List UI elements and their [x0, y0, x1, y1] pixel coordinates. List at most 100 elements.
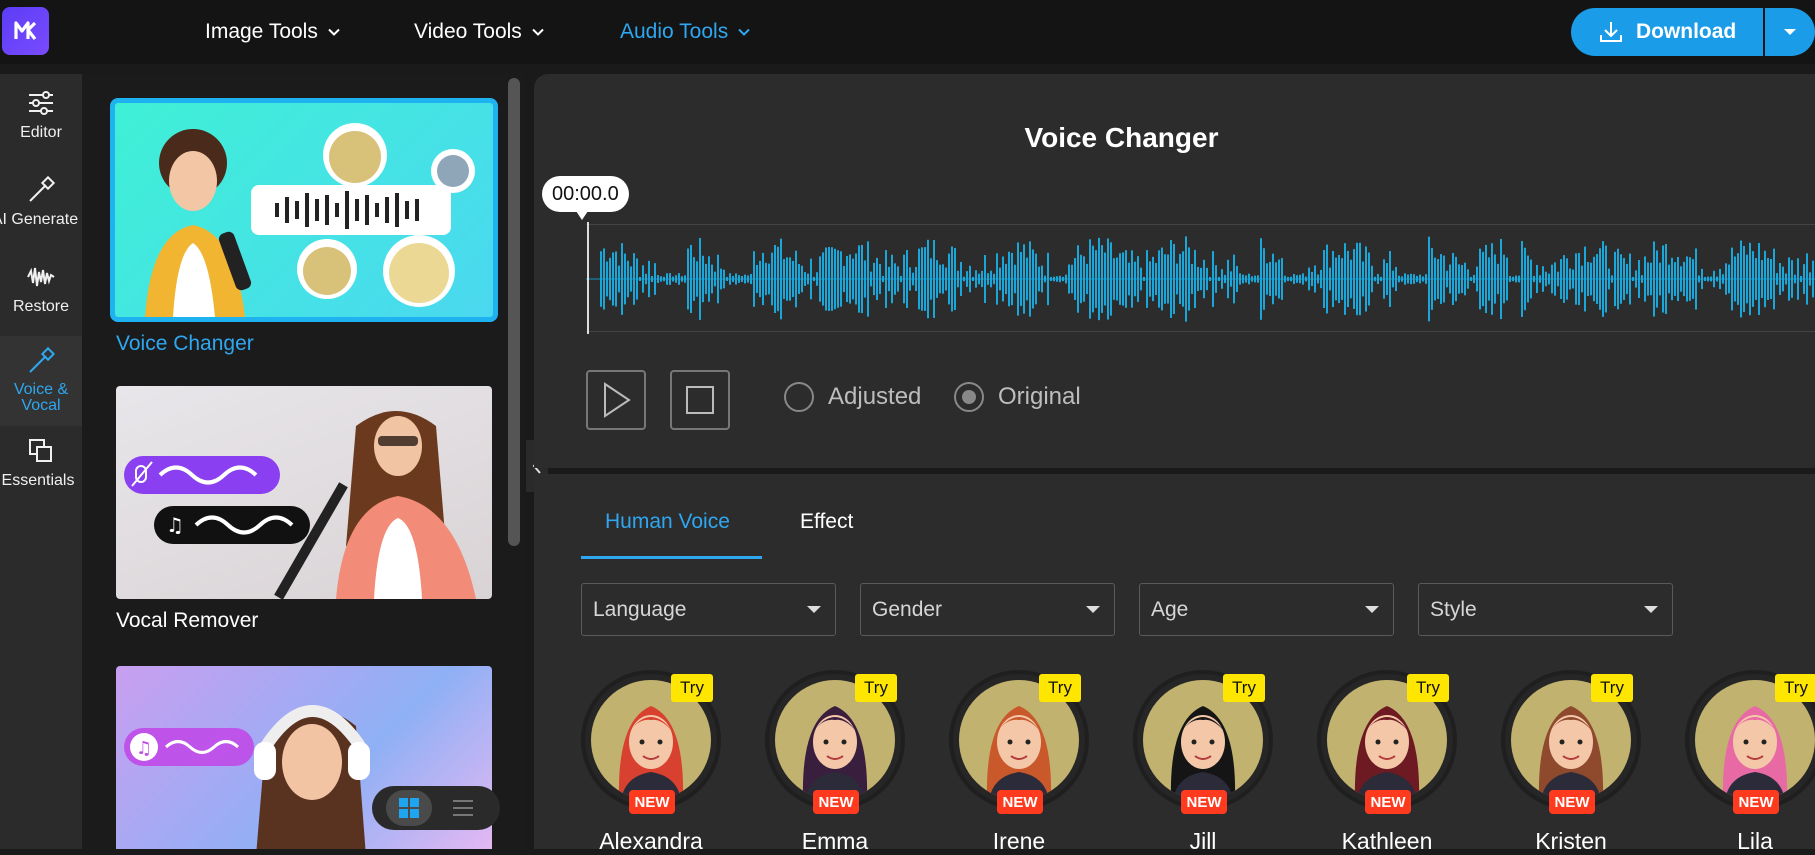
stop-button[interactable] — [670, 370, 730, 430]
language-select[interactable]: Language — [581, 583, 836, 636]
radio-adjusted-label: Adjusted — [828, 383, 922, 410]
list-view-button[interactable] — [440, 790, 486, 826]
age-select[interactable]: Age — [1139, 583, 1394, 636]
age-select-label: Age — [1151, 597, 1189, 621]
tool-card-vocal-remover[interactable]: ♫ Vocal Remover — [116, 386, 492, 633]
caret-down-icon — [1365, 606, 1379, 613]
rail-item-essentials-label: Essentials — [1, 472, 75, 489]
new-badge: NEW — [813, 790, 859, 814]
try-badge[interactable]: Try — [1407, 674, 1449, 702]
nav-image-tools[interactable]: Image Tools — [205, 18, 342, 46]
waveform[interactable] — [586, 224, 1815, 332]
editor-title: Voice Changer — [1024, 122, 1219, 153]
nav-image-tools-label: Image Tools — [205, 20, 318, 43]
rail-item-editor[interactable]: Editor — [0, 88, 82, 166]
rail-item-ai-generate[interactable]: AI Generate — [0, 175, 82, 253]
squares-icon — [29, 439, 52, 462]
voice-changer-thumbnail — [110, 98, 498, 322]
try-badge[interactable]: Try — [1591, 674, 1633, 702]
tool-card-label: Vocal Remover — [116, 609, 259, 632]
list-icon — [453, 800, 473, 816]
radio-adjusted-dot — [784, 382, 814, 412]
caret-down-icon — [1784, 29, 1797, 35]
radio-original-dot — [954, 382, 984, 412]
caret-down-icon — [1086, 606, 1100, 613]
try-badge[interactable]: Try — [671, 674, 713, 702]
tool-list-scrollbar[interactable] — [508, 78, 520, 546]
style-select[interactable]: Style — [1418, 583, 1673, 636]
top-bar: Image Tools Video Tools Audio Tools Down… — [0, 0, 1815, 64]
new-badge: NEW — [1181, 790, 1227, 814]
radio-adjusted[interactable]: Adjusted — [784, 382, 921, 412]
rail-item-essentials[interactable]: Essentials — [0, 436, 82, 514]
sliders-icon — [29, 91, 53, 115]
chevron-down-icon — [738, 28, 750, 36]
nav-video-tools-label: Video Tools — [414, 20, 522, 43]
tab-effect[interactable]: Effect — [800, 510, 853, 534]
try-badge[interactable]: Try — [1223, 674, 1265, 702]
app-logo[interactable] — [2, 7, 49, 55]
rail-item-ai-generate-label: AI Generate — [0, 211, 79, 228]
tab-human-voice[interactable]: Human Voice — [605, 510, 730, 534]
magic-wand-icon — [29, 346, 56, 373]
voice-changer-illustration — [145, 123, 475, 317]
chevron-down-icon — [328, 28, 340, 36]
voice-name: Kristen — [1535, 828, 1607, 854]
gender-select-label: Gender — [872, 597, 943, 621]
voice-name: Jill — [1189, 828, 1217, 854]
style-select-label: Style — [1430, 597, 1477, 621]
voice-card[interactable]: Try NEW — [949, 670, 1089, 814]
voice-card[interactable]: Try NEW — [765, 670, 905, 814]
download-button[interactable]: Download — [1571, 8, 1764, 56]
tool-list-panel: Voice Changer ♫ Vocal Remover ♫ — [82, 74, 524, 849]
try-badge[interactable]: Try — [855, 674, 897, 702]
new-badge: NEW — [1365, 790, 1411, 814]
try-badge[interactable]: Try — [1775, 674, 1815, 702]
new-badge: NEW — [997, 790, 1043, 814]
nav-audio-tools-label: Audio Tools — [620, 20, 729, 43]
voice-card[interactable]: Try NEW — [1133, 670, 1273, 814]
nav-video-tools[interactable]: Video Tools — [414, 18, 546, 46]
voice-card[interactable]: Try NEW — [1501, 670, 1641, 814]
caret-down-icon — [807, 606, 821, 613]
try-badge[interactable]: Try — [1039, 674, 1081, 702]
nav-audio-tools[interactable]: Audio Tools — [620, 18, 752, 46]
rail-item-restore-label: Restore — [12, 298, 70, 315]
radio-original-label: Original — [998, 383, 1081, 410]
stop-icon — [686, 386, 714, 414]
download-dropdown-button[interactable] — [1765, 8, 1815, 56]
voice-card[interactable]: Try NEW — [1685, 670, 1815, 814]
radio-original[interactable]: Original — [954, 382, 1081, 412]
play-icon — [604, 382, 631, 418]
active-tab-indicator — [581, 556, 762, 559]
caret-down-icon — [1644, 606, 1658, 613]
rail-item-restore[interactable]: Restore — [0, 262, 82, 340]
grid-icon — [399, 798, 419, 818]
view-toggle — [372, 786, 500, 830]
download-label: Download — [1635, 20, 1737, 43]
vocal-remover-thumbnail: ♫ — [116, 386, 492, 599]
svg-text:♫: ♫ — [166, 513, 184, 537]
left-rail: Editor AI Generate Restore Voice & Vocal… — [0, 74, 82, 849]
tool-card-voice-changer[interactable]: Voice Changer — [110, 98, 498, 356]
new-badge: NEW — [1549, 790, 1595, 814]
download-icon — [1599, 22, 1622, 42]
waveform-icon — [27, 267, 55, 287]
waveform-graphic — [586, 236, 1815, 322]
voice-name: Emma — [801, 828, 869, 854]
svg-text:♫: ♫ — [136, 738, 152, 759]
voice-name: Irene — [992, 828, 1046, 854]
rail-item-editor-label: Editor — [20, 124, 62, 141]
grid-view-button[interactable] — [386, 790, 432, 826]
chevron-down-icon — [532, 28, 544, 36]
new-badge: NEW — [629, 790, 675, 814]
tool-card-label: Voice Changer — [116, 332, 254, 355]
playhead[interactable] — [587, 222, 589, 334]
voice-card[interactable]: Try NEW — [1317, 670, 1457, 814]
rail-item-voice-vocal-label: Voice & Vocal — [13, 381, 69, 414]
gender-select[interactable]: Gender — [860, 583, 1115, 636]
voice-card[interactable]: Try NEW — [581, 670, 721, 814]
rail-item-voice-vocal[interactable]: Voice & Vocal — [0, 336, 82, 426]
play-button[interactable] — [586, 370, 646, 430]
voice-name: Alexandra — [599, 828, 703, 854]
